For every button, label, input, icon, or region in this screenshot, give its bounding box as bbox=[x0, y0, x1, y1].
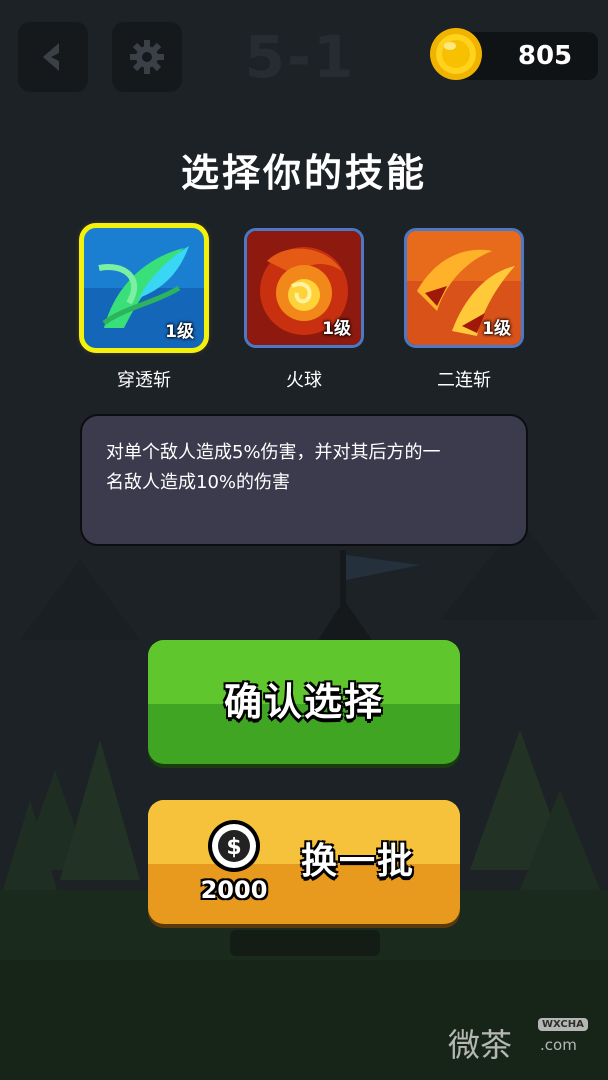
skill-level: 1级 bbox=[165, 322, 194, 342]
refresh-skills-button[interactable]: $ 2000 换一批 bbox=[148, 800, 460, 924]
back-button[interactable] bbox=[18, 22, 88, 92]
back-arrow-icon bbox=[43, 43, 59, 71]
skill-option-fireball[interactable]: 1级 火球 bbox=[244, 228, 364, 391]
watermark-text: 微茶 bbox=[448, 1026, 513, 1064]
skill-name: 穿透斩 bbox=[117, 370, 171, 391]
skill-option-piercing-slash[interactable]: 1级 穿透斩 bbox=[79, 223, 209, 391]
skill-level: 1级 bbox=[322, 319, 351, 339]
skill-card[interactable]: 1级 bbox=[79, 223, 209, 353]
gear-icon bbox=[130, 40, 164, 74]
description-line-2: 名敌人造成10%的伤害 bbox=[106, 472, 291, 493]
coin-value: 805 bbox=[517, 41, 573, 71]
level-label: 5-1 bbox=[244, 23, 356, 91]
refresh-cost: 2000 bbox=[200, 876, 268, 904]
skill-option-double-slash[interactable]: 1级 二连斩 bbox=[404, 228, 524, 391]
game-scene: 5-1 805 选择你的技能 1级 穿透斩 1级 火球 1级 二连斩 对单个敌人… bbox=[0, 0, 608, 1080]
settings-button[interactable] bbox=[112, 22, 182, 92]
page-title: 选择你的技能 bbox=[180, 151, 427, 195]
watermark: 微茶 WXCHA .com bbox=[448, 1014, 598, 1064]
watermark-tag: WXCHA bbox=[538, 1018, 588, 1031]
skill-card[interactable]: 1级 bbox=[244, 228, 364, 348]
svg-text:$: $ bbox=[226, 835, 241, 860]
description-line-1: 对单个敌人造成5%伤害，并对其后方的一 bbox=[106, 442, 441, 463]
gold-coin-icon bbox=[430, 28, 482, 80]
skill-description-panel: 对单个敌人造成5%伤害，并对其后方的一 名敌人造成10%的伤害 bbox=[80, 414, 528, 546]
confirm-selection-button[interactable]: 确认选择 bbox=[148, 640, 460, 764]
watermark-domain: .com bbox=[540, 1036, 577, 1054]
confirm-label: 确认选择 bbox=[223, 680, 384, 724]
skill-level: 1级 bbox=[482, 319, 511, 339]
skill-name: 火球 bbox=[286, 370, 322, 391]
dollar-coin-icon: $ bbox=[208, 820, 260, 872]
skill-card[interactable]: 1级 bbox=[404, 228, 524, 348]
skill-name: 二连斩 bbox=[437, 370, 491, 391]
refresh-label: 换一批 bbox=[300, 841, 415, 882]
